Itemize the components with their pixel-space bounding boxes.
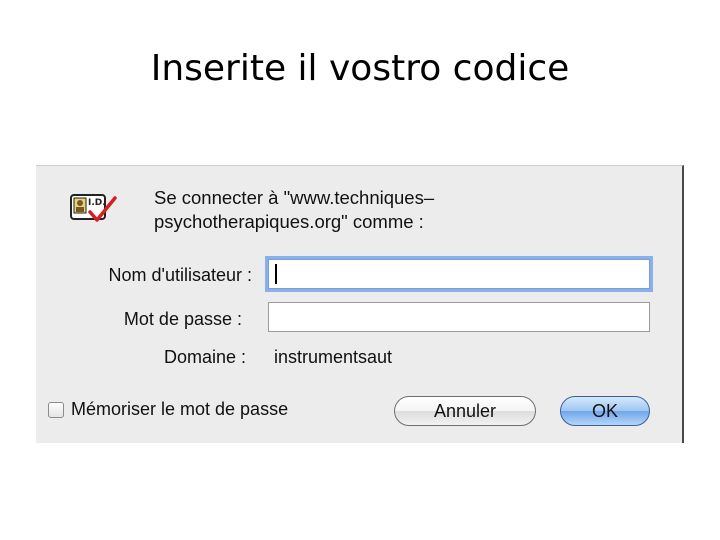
remember-password-label[interactable]: Mémoriser le mot de passe xyxy=(71,399,288,420)
username-label: Nom d'utilisateur : xyxy=(108,265,253,285)
prompt-line-2: psychotherapiques.org" comme : xyxy=(154,211,424,232)
id-card-check-icon: I.D. xyxy=(70,194,117,222)
domain-label: Domaine : xyxy=(163,347,246,367)
connection-prompt: Se connecter à "www.techniques– psychoth… xyxy=(154,186,514,234)
slide: Inserite il vostro codice I.D. Se connec… xyxy=(0,0,720,540)
cancel-button[interactable]: Annuler xyxy=(394,396,536,426)
slide-title: Inserite il vostro codice xyxy=(150,48,570,89)
text-caret xyxy=(275,264,277,284)
prompt-line-1: Se connecter à "www.techniques– xyxy=(154,187,435,208)
remember-password-option[interactable]: Mémoriser le mot de passe xyxy=(48,399,288,420)
password-label: Mot de passe : xyxy=(123,309,242,329)
ok-button[interactable]: OK xyxy=(560,396,650,426)
login-dialog: I.D. Se connecter à "www.techniques– psy… xyxy=(36,165,684,443)
password-input[interactable] xyxy=(268,302,650,332)
username-input[interactable] xyxy=(268,259,650,289)
remember-password-checkbox[interactable] xyxy=(48,401,64,418)
domain-value: instrumentsaut xyxy=(274,347,393,367)
svg-text:I.D.: I.D. xyxy=(88,198,106,208)
